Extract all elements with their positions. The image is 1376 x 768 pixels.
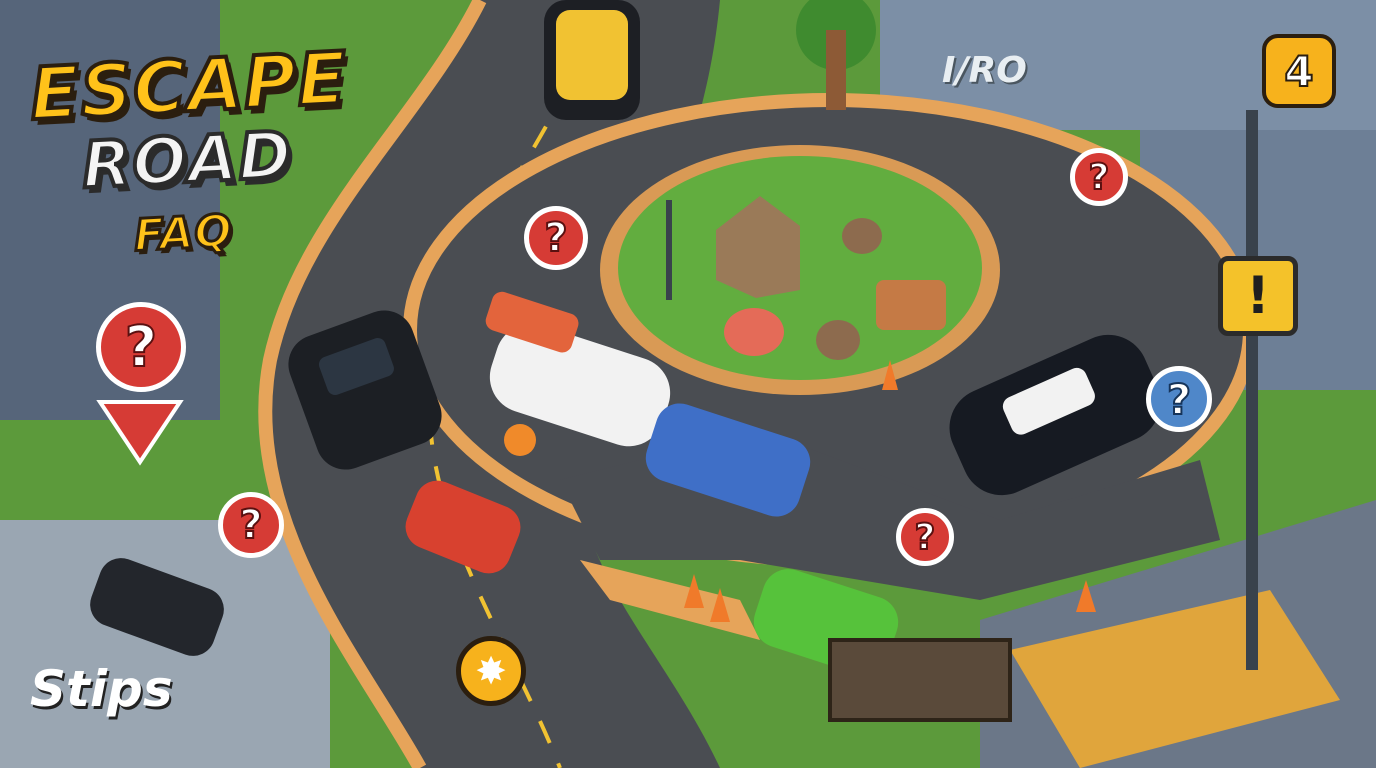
billboard	[828, 638, 1012, 722]
question-marker-road-upper[interactable]: ?	[524, 206, 588, 270]
question-marker-upper-right[interactable]: ?	[1070, 148, 1128, 206]
logo-line-road: ROAD	[78, 117, 296, 206]
rock-prop	[842, 218, 882, 254]
building-sign: I/RO	[942, 50, 1027, 91]
question-marker-left-large[interactable]: ?	[96, 302, 186, 392]
rock-prop-2	[816, 320, 860, 360]
logo-line-escape: ESCAPE	[26, 34, 352, 139]
game-scene: ESCAPE ROAD FAQ I/RO 4 ! ? ? ? ? ? ? ✸ S…	[0, 0, 1376, 768]
question-marker-right-blue[interactable]: ?	[1146, 366, 1212, 432]
gear-icon[interactable]: ✸	[456, 636, 526, 706]
question-marker-lower-center[interactable]: ?	[896, 508, 954, 566]
logo-line-faq: FAQ	[131, 204, 235, 263]
level-badge: 4	[1262, 34, 1336, 108]
game-logo: ESCAPE ROAD FAQ	[22, 34, 412, 278]
street-pole	[1246, 110, 1258, 670]
warning-sign: !	[1218, 256, 1298, 336]
question-marker-left-small[interactable]: ?	[218, 492, 284, 558]
stips-watermark: Stips	[30, 660, 173, 718]
lamp-post	[666, 200, 672, 300]
yellow-car-top	[544, 0, 640, 120]
parked-truck-prop	[876, 280, 946, 330]
palm-trunk	[826, 30, 846, 110]
crash-spark	[504, 424, 536, 456]
striped-dome-prop	[724, 308, 784, 356]
